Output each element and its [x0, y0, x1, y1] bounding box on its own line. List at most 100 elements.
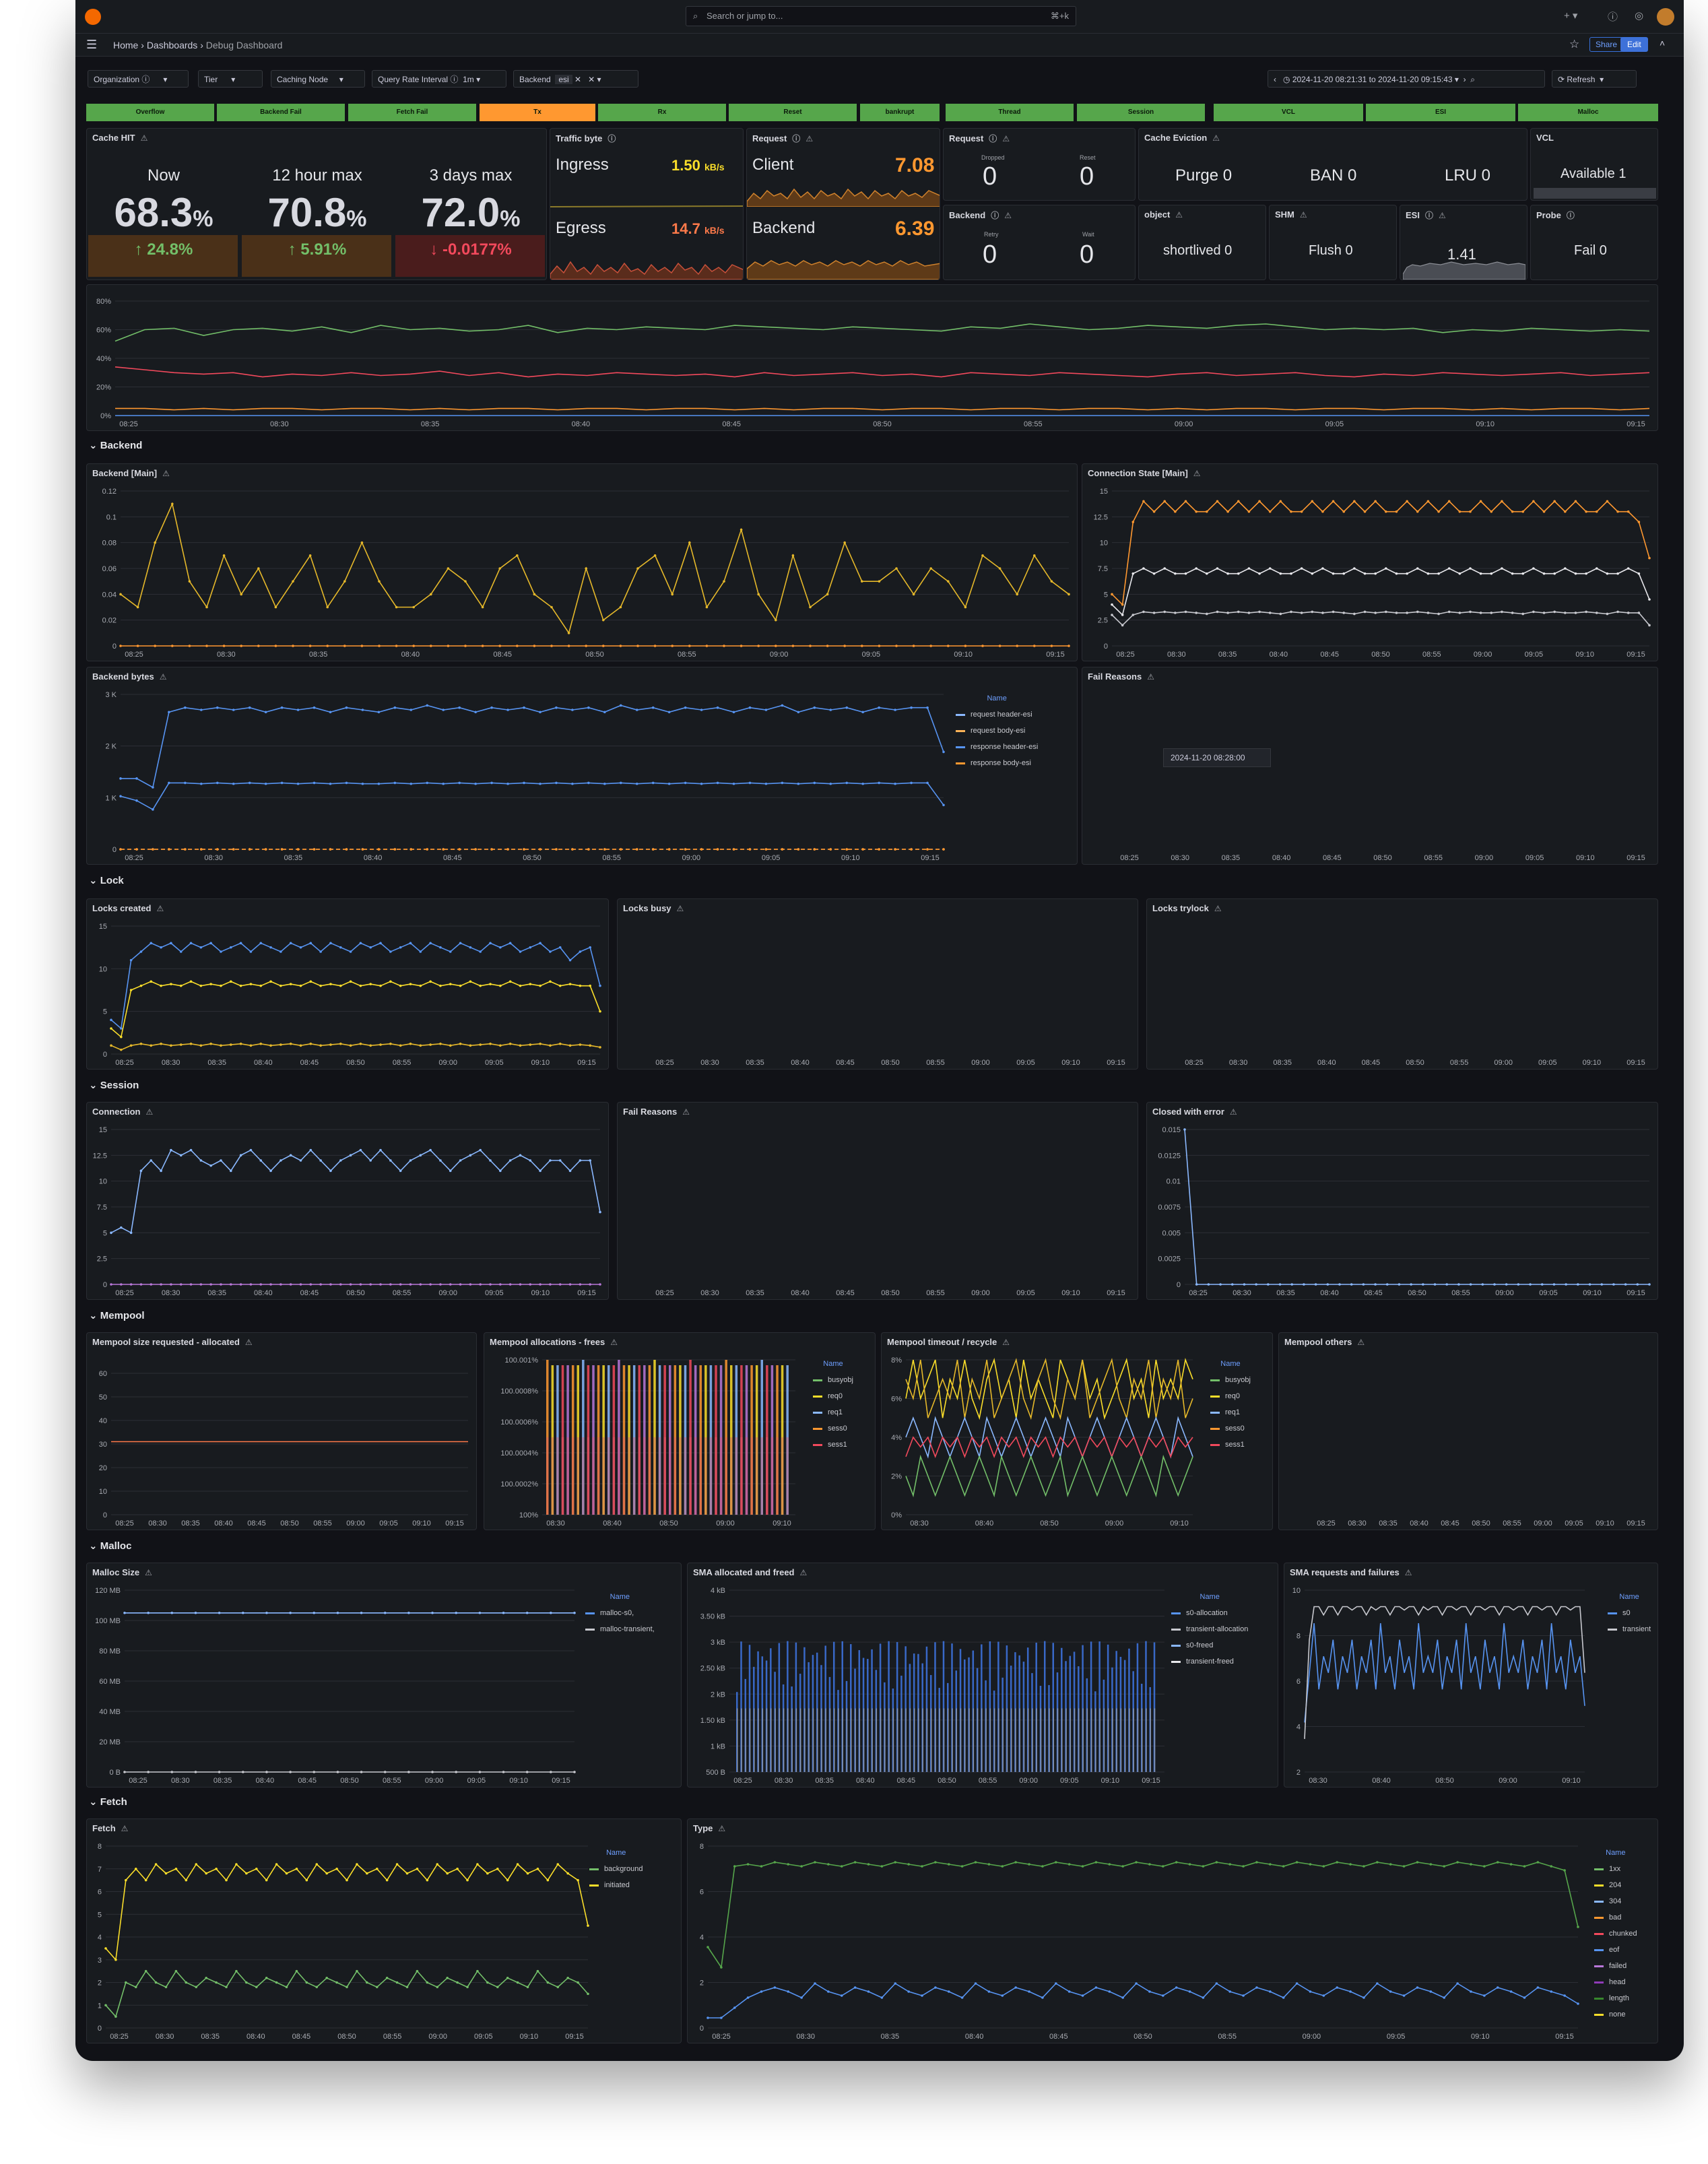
data-point — [292, 645, 294, 647]
legend-item[interactable]: response header-esi — [956, 739, 1038, 755]
status-tile-thread[interactable]: Thread — [946, 104, 1074, 121]
legend-item[interactable]: bad — [1594, 1909, 1637, 1926]
backend-value-tag[interactable]: esi — [555, 75, 572, 84]
data-point — [878, 645, 881, 647]
legend-item[interactable]: req1 — [813, 1404, 853, 1420]
data-point — [1616, 510, 1619, 513]
sma-transient-bar — [762, 1708, 764, 1772]
legend-item[interactable]: req1 — [1210, 1404, 1251, 1420]
legend-item[interactable]: malloc-transient, — [585, 1621, 655, 1637]
breadcrumb-home[interactable]: Home — [113, 40, 138, 51]
star-icon[interactable]: ☆ — [1569, 38, 1579, 51]
status-tile-session[interactable]: Session — [1077, 104, 1205, 121]
help-icon[interactable]: ⓘ — [1608, 9, 1618, 24]
legend-item[interactable]: request header-esi — [956, 707, 1038, 723]
legend-item[interactable]: sess1 — [813, 1437, 853, 1453]
legend-item[interactable]: eof — [1594, 1942, 1637, 1958]
caching-node-select[interactable]: Caching Node ▾ — [271, 70, 365, 88]
data-point — [489, 1283, 492, 1286]
data-point — [120, 1027, 123, 1030]
legend-item[interactable]: s0-allocation — [1171, 1605, 1248, 1621]
reset-value: 0 — [1080, 162, 1094, 191]
chevron-up-icon[interactable]: ˄ — [1660, 38, 1665, 48]
status-tile-overflow[interactable]: Overflow — [86, 104, 214, 121]
legend-item[interactable]: req0 — [813, 1388, 853, 1404]
status-tile-backend-fail[interactable]: Backend Fail — [217, 104, 345, 121]
breadcrumb-dashboards[interactable]: Dashboards — [147, 40, 198, 51]
legend-item[interactable]: transient — [1608, 1621, 1651, 1637]
backend-select[interactable]: Backend esi ✕ ✕ ▾ — [513, 70, 638, 88]
status-tile-reset[interactable]: Reset — [729, 104, 857, 121]
legend-item[interactable]: none — [1594, 2006, 1637, 2023]
status-tile-bankrupt[interactable]: bankrupt — [860, 104, 940, 121]
section-mempool[interactable]: ⌄ Mempool — [89, 1309, 145, 1321]
section-fetch[interactable]: ⌄ Fetch — [89, 1796, 127, 1808]
legend-item[interactable]: sess0 — [1210, 1420, 1251, 1437]
data-point — [894, 1982, 897, 1985]
legend-item[interactable]: head — [1594, 1974, 1637, 1990]
organization-select[interactable]: Organization ⓘ ▾ — [88, 70, 189, 88]
free-bar — [719, 1437, 723, 1515]
query-rate-select[interactable]: Query Rate Interval ⓘ 1m ▾ — [372, 70, 506, 88]
legend-item[interactable]: req0 — [1210, 1388, 1251, 1404]
data-point — [218, 1771, 221, 1773]
news-icon[interactable]: ◎ — [1635, 9, 1643, 22]
legend-item[interactable]: sess1 — [1210, 1437, 1251, 1453]
share-button[interactable]: Share — [1589, 37, 1624, 52]
data-point — [947, 580, 950, 583]
data-point — [1509, 1863, 1513, 1866]
legend-item[interactable]: initiated — [589, 1877, 643, 1893]
legend-item[interactable]: chunked — [1594, 1926, 1637, 1942]
legend-item[interactable]: transient-allocation — [1171, 1621, 1248, 1637]
legend-item[interactable]: busyobj — [1210, 1372, 1251, 1388]
legend-item[interactable]: transient-freed — [1171, 1653, 1248, 1670]
data-point — [419, 1283, 422, 1286]
edit-button[interactable]: Edit — [1620, 37, 1648, 52]
tier-select[interactable]: Tier ▾ — [198, 70, 263, 88]
section-session[interactable]: ⌄ Session — [89, 1079, 139, 1091]
sma-transient-bar — [1090, 1708, 1092, 1772]
legend-item[interactable]: busyobj — [813, 1372, 853, 1388]
legend-item[interactable]: malloc-s0, — [585, 1605, 655, 1621]
data-point — [205, 1872, 207, 1875]
avatar[interactable] — [1657, 8, 1674, 26]
data-point — [119, 593, 122, 596]
status-tile-fetch-fail[interactable]: Fetch Fail — [348, 104, 476, 121]
status-tile-tx[interactable]: Tx — [480, 104, 595, 121]
legend-item[interactable]: s0 — [1608, 1605, 1651, 1621]
legend-item[interactable]: 1xx — [1594, 1861, 1637, 1877]
grafana-logo-icon[interactable] — [85, 9, 101, 25]
y-tick-label: 50 — [99, 1394, 107, 1402]
status-tile-malloc[interactable]: Malloc — [1518, 104, 1658, 121]
legend-item[interactable]: s0-freed — [1171, 1637, 1248, 1653]
data-point — [667, 711, 671, 714]
section-malloc[interactable]: ⌄ Malloc — [89, 1540, 131, 1552]
x-tick-label: 09:05 — [474, 2033, 493, 2041]
x-tick-label: 08:50 — [881, 1289, 900, 1297]
legend-item[interactable]: failed — [1594, 1958, 1637, 1974]
legend-item[interactable]: 204 — [1594, 1877, 1637, 1893]
legend-item[interactable]: 304 — [1594, 1893, 1637, 1909]
add-icon[interactable]: + ▾ — [1564, 9, 1577, 22]
search-input[interactable]: ⌕ Search or jump to... ⌘+k — [686, 6, 1076, 26]
sma-transient-bar — [741, 1708, 742, 1772]
status-tile-rx[interactable]: Rx — [598, 104, 726, 121]
data-point — [329, 848, 332, 851]
time-range-picker[interactable]: ‹ ◷ 2024-11-20 08:21:31 to 2024-11-20 09… — [1268, 70, 1545, 88]
legend-item[interactable]: background — [589, 1861, 643, 1877]
data-point — [579, 984, 582, 987]
data-point — [1458, 572, 1461, 575]
status-tile-vcl[interactable]: VCL — [1214, 104, 1363, 121]
refresh-button[interactable]: ⟳ Refresh ▾ — [1552, 70, 1637, 88]
section-backend[interactable]: ⌄ Backend — [89, 439, 142, 451]
legend-item[interactable]: length — [1594, 1990, 1637, 2006]
legend-item[interactable]: request body-esi — [956, 723, 1038, 739]
menu-icon[interactable]: ☰ — [86, 38, 97, 52]
data-point — [439, 1159, 442, 1162]
legend-item[interactable]: response body-esi — [956, 755, 1038, 771]
section-lock[interactable]: ⌄ Lock — [89, 874, 124, 886]
data-point — [1121, 614, 1124, 616]
legend-item[interactable]: sess0 — [813, 1420, 853, 1437]
legend-label: busyobj — [1225, 1376, 1251, 1384]
status-tile-esi[interactable]: ESI — [1366, 104, 1515, 121]
